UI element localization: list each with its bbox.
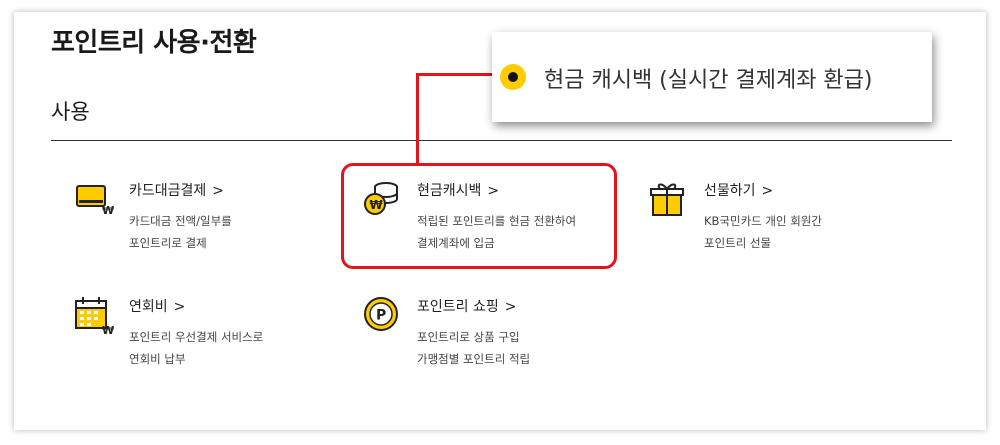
- card-payment-icon: ₩: [75, 180, 115, 220]
- point-p-icon: P: [363, 296, 403, 336]
- section-title: 사용: [51, 100, 90, 124]
- calendar-won-icon: ₩: [75, 296, 115, 337]
- section-divider: [51, 140, 951, 141]
- page-title: 포인트리 사용·전환: [51, 28, 257, 58]
- menu-item-description: 카드대금 전액/일부를 포인트리로 결제: [129, 214, 232, 250]
- callout-connector: [416, 75, 419, 164]
- svg-text:P: P: [376, 308, 386, 324]
- gift-icon: [650, 180, 690, 220]
- svg-text:₩: ₩: [102, 204, 114, 217]
- menu-item-title[interactable]: 포인트리 쇼핑 >: [417, 296, 516, 316]
- callout-connector: [416, 73, 494, 76]
- section-divider-tail: [932, 140, 952, 141]
- callout-label: 현금 캐시백 (실시간 결제계좌 환급): [544, 68, 873, 93]
- menu-item-description: 포인트리 우선결제 서비스로 연회비 납부: [129, 330, 264, 366]
- highlight-box: [341, 163, 617, 269]
- menu-item-description: 포인트리로 상품 구입 가맹점별 포인트리 적립: [417, 330, 531, 366]
- callout-box: 현금 캐시백 (실시간 결제계좌 환급): [492, 32, 932, 122]
- menu-item-title[interactable]: 연회비 >: [129, 296, 185, 316]
- svg-text:₩: ₩: [102, 324, 114, 336]
- menu-item-description: KB국민카드 개인 회원간 포인트리 선물: [704, 214, 822, 250]
- bullet-dot-icon: [500, 64, 526, 90]
- menu-item-title[interactable]: 선물하기 >: [704, 180, 773, 200]
- menu-item-title[interactable]: 카드대금결제 >: [129, 180, 224, 200]
